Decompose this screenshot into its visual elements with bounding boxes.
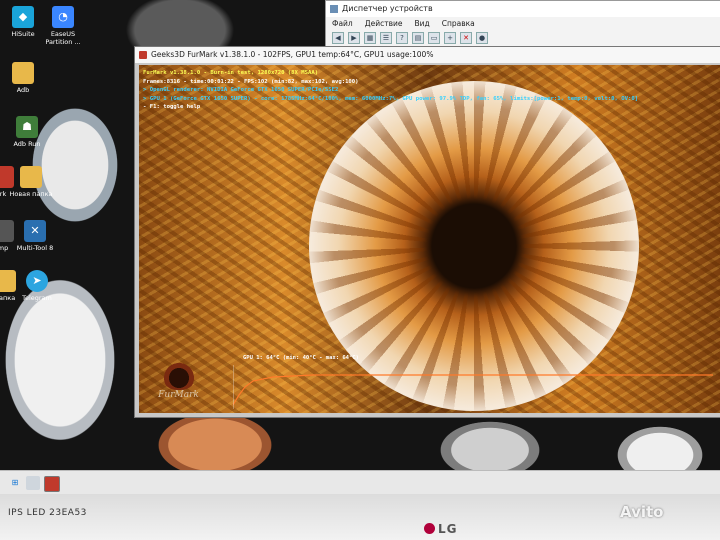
android-icon: ☗ bbox=[16, 116, 38, 138]
fur-donut-render bbox=[309, 81, 639, 411]
osd-line-help: - F1: toggle help bbox=[143, 104, 201, 110]
remove-icon[interactable]: ✕ bbox=[460, 32, 472, 44]
osd-line-frames: Frames:8316 - time:00:01:22 - FPS:102 (m… bbox=[143, 78, 359, 85]
desktop-icon-label: Adb Run bbox=[13, 140, 41, 148]
desktop-icon-label: HiSuite bbox=[11, 30, 35, 38]
help-icon[interactable]: ? bbox=[396, 32, 408, 44]
taskbar: ⊞ bbox=[0, 470, 720, 495]
desktop-icon-label: Новая папка bbox=[9, 190, 53, 198]
gpu-temp-graph-label: GPU 1: 64°C (min: 40°C - max: 64°C) bbox=[243, 355, 359, 361]
desktop-icon-label: Telegram bbox=[22, 294, 52, 302]
device-manager-titlebar[interactable]: Диспетчер устройств bbox=[326, 1, 720, 17]
add-icon[interactable]: + bbox=[444, 32, 456, 44]
osd-line-renderer: > OpenGL renderer: NVIDIA GeForce GTX 16… bbox=[143, 87, 339, 93]
desktop-icon-label: Adb bbox=[16, 86, 30, 94]
furmark-render-view[interactable]: FurMark v1.38.1.0 - Burn-in test, 1280x7… bbox=[139, 65, 720, 413]
desktop-icon-label: Multi-Tool 8 bbox=[16, 244, 54, 252]
gpu-temp-curve bbox=[233, 374, 713, 406]
furmark-logo-icon bbox=[161, 360, 196, 390]
menu-view[interactable]: Вид bbox=[414, 17, 429, 31]
furmark-osd: FurMark v1.38.1.0 - Burn-in test, 1280x7… bbox=[143, 69, 638, 112]
device-manager-toolbar: ◀ ▶ ▦ ☰ ? ▤ ▭ + ✕ ● bbox=[326, 31, 720, 45]
device-manager-title: Диспетчер устройств bbox=[342, 4, 433, 13]
desktop-icon-telegram[interactable]: ➤ Telegram bbox=[12, 270, 62, 302]
back-icon[interactable]: ◀ bbox=[332, 32, 344, 44]
monitor-model: IPS LED 23EA53 bbox=[8, 508, 87, 518]
furmark-app-icon bbox=[139, 51, 147, 59]
list-icon[interactable]: ☰ bbox=[380, 32, 392, 44]
desktop-icon-adb[interactable]: Adb bbox=[0, 62, 48, 94]
osd-line-gpu: > GPU 1 (GeForce GTX 1650 SUPER) - core:… bbox=[143, 95, 639, 102]
furmark-taskbar-icon[interactable] bbox=[44, 476, 60, 492]
telegram-icon: ➤ bbox=[26, 270, 48, 292]
furmark-titlebar[interactable]: Geeks3D FurMark v1.38.1.0 - 102FPS, GPU1… bbox=[135, 47, 720, 63]
furmark-logo-text: FurMark bbox=[158, 390, 199, 400]
down-icon[interactable]: ● bbox=[476, 32, 488, 44]
desktop-icon-new-folder[interactable]: Новая папка bbox=[6, 166, 56, 198]
desktop-icon-easeus[interactable]: ◔ EaseUS Partition ... bbox=[38, 6, 88, 46]
gpu-temp-graph bbox=[233, 365, 713, 409]
lg-logo-icon bbox=[424, 523, 435, 534]
menu-help[interactable]: Справка bbox=[442, 17, 475, 31]
desktop-icon-adb-run[interactable]: ☗ Adb Run bbox=[2, 116, 52, 148]
grid-icon[interactable]: ▦ bbox=[364, 32, 376, 44]
monitor-brand: LG bbox=[438, 522, 458, 536]
furmark-logo: FurMark bbox=[151, 360, 206, 408]
forward-icon[interactable]: ▶ bbox=[348, 32, 360, 44]
props-icon[interactable]: ▤ bbox=[412, 32, 424, 44]
monitor-icon[interactable]: ▭ bbox=[428, 32, 440, 44]
desktop-icon-label: EaseUS Partition ... bbox=[45, 30, 81, 46]
multitool-icon: ✕ bbox=[24, 220, 46, 242]
folder-icon bbox=[20, 166, 42, 188]
menu-action[interactable]: Действие bbox=[365, 17, 403, 31]
menu-file[interactable]: Файл bbox=[332, 17, 353, 31]
device-manager-menu: Файл Действие Вид Справка bbox=[326, 17, 720, 31]
osd-line-test: FurMark v1.38.1.0 - Burn-in test, 1280x7… bbox=[143, 70, 319, 76]
hisuite-icon: ◆ bbox=[12, 6, 34, 28]
app-icon[interactable] bbox=[26, 476, 40, 490]
folder-icon bbox=[12, 62, 34, 84]
monitor-bezel: IPS LED 23EA53 LG bbox=[0, 494, 720, 540]
device-manager-icon bbox=[330, 5, 338, 13]
desktop-icon-multitool[interactable]: ✕ Multi-Tool 8 bbox=[10, 220, 60, 252]
avito-watermark: Avito bbox=[620, 503, 664, 521]
windows-start-icon[interactable]: ⊞ bbox=[8, 476, 22, 490]
furmark-title: Geeks3D FurMark v1.38.1.0 - 102FPS, GPU1… bbox=[151, 50, 434, 59]
easeus-icon: ◔ bbox=[52, 6, 74, 28]
desktop-icon-label: mp bbox=[0, 244, 9, 252]
furmark-window[interactable]: Geeks3D FurMark v1.38.1.0 - 102FPS, GPU1… bbox=[134, 46, 720, 418]
